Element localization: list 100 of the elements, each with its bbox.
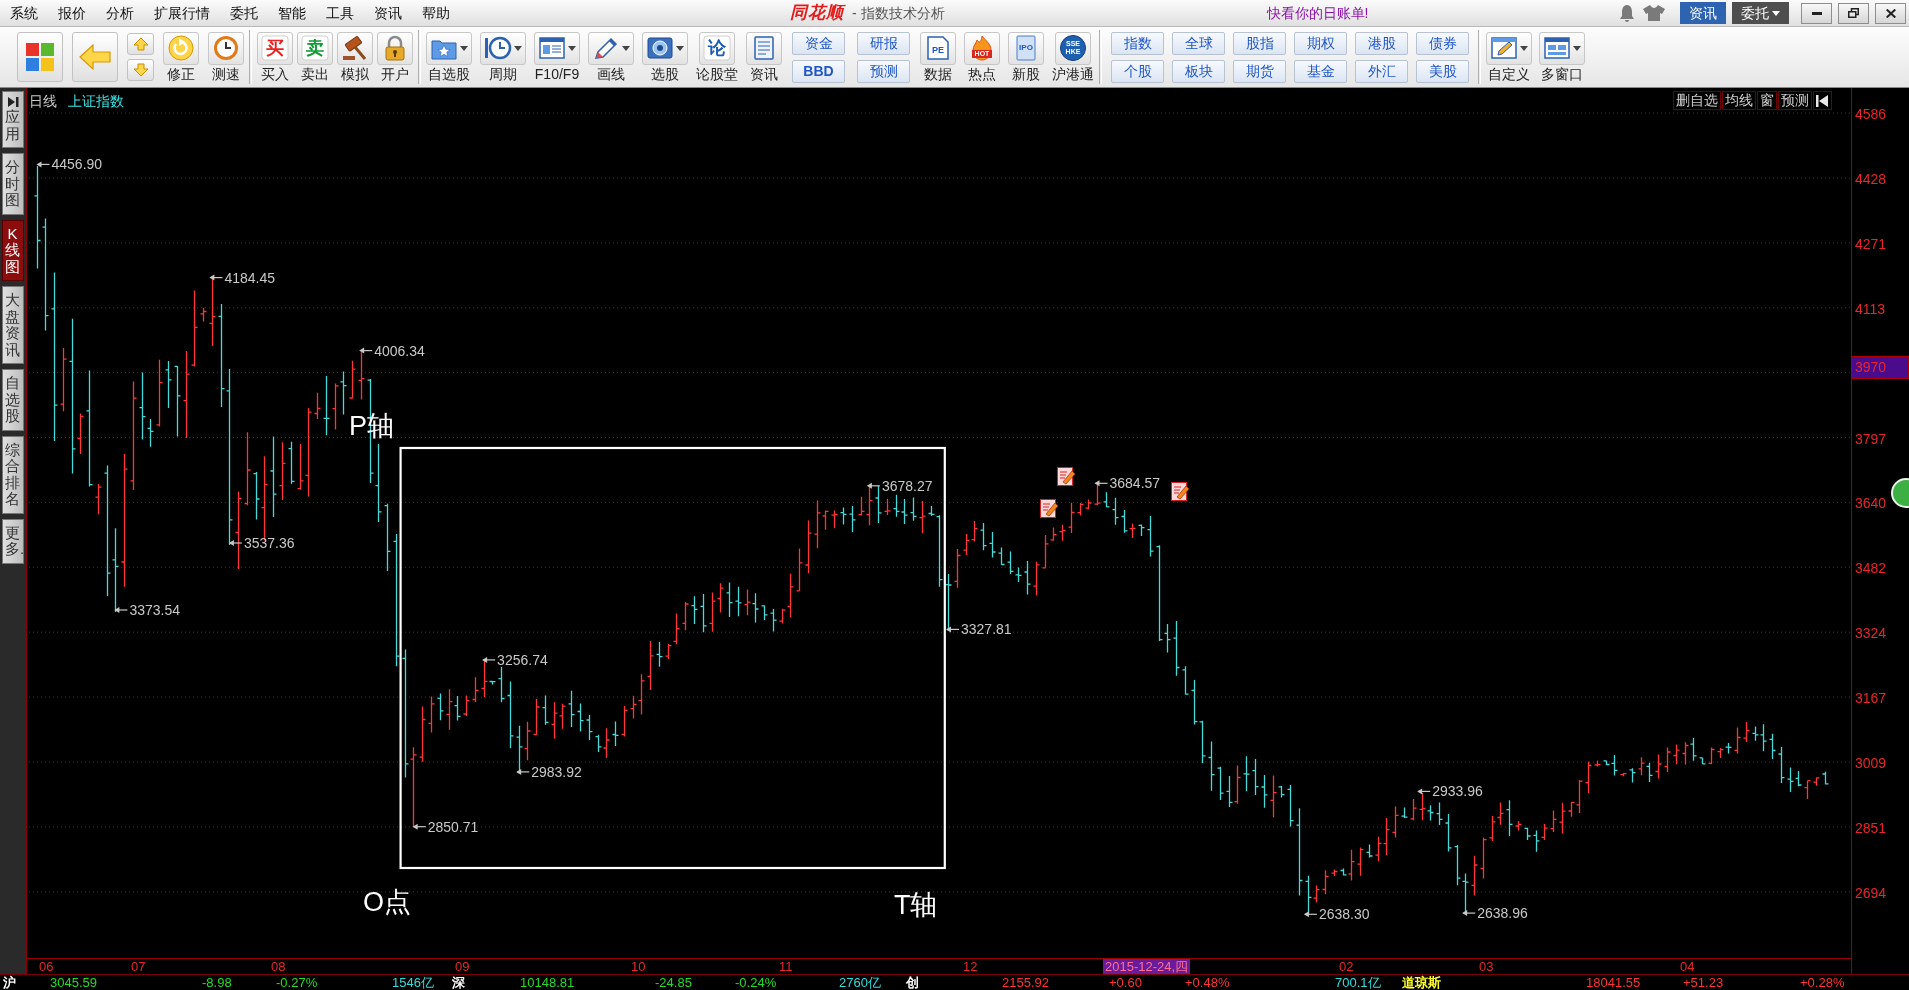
menu-button[interactable]: 资讯 (1680, 2, 1726, 24)
side-tab[interactable]: 自选股 (1, 369, 24, 431)
memo-pencil-icon[interactable] (1057, 467, 1076, 486)
month-label: 03 (1479, 959, 1494, 974)
price-label: 2850.71 (427, 817, 479, 836)
menu-item[interactable]: 分析 (96, 0, 144, 26)
market-button[interactable]: 债券 (1416, 31, 1469, 55)
up-arrow-icon (132, 37, 149, 51)
month-label: 04 (1680, 959, 1695, 974)
character-tile-icon: 买 (261, 35, 289, 61)
price-tick-label: 3640 (1855, 494, 1887, 514)
toolbar-text-button[interactable]: 预测 (857, 59, 910, 83)
side-tab[interactable]: 大盘资讯 (1, 286, 24, 364)
market-button[interactable]: 基金 (1294, 59, 1347, 83)
skip-forward-icon (6, 97, 19, 107)
document-icon: PE (924, 35, 952, 61)
skip-back-button[interactable] (1813, 91, 1832, 110)
character-tile-icon: 论 (703, 35, 731, 61)
menu-item[interactable]: 工具 (316, 0, 364, 26)
price-label: 3684.57 (1109, 474, 1161, 493)
menu-item[interactable]: 帮助 (412, 0, 460, 26)
toolbar-text-button[interactable]: 研报 (857, 31, 910, 55)
minimize-icon (1811, 11, 1822, 15)
market-button[interactable]: 全球 (1172, 31, 1225, 55)
menu-item[interactable]: 系统 (0, 0, 48, 26)
leader-arrow (1094, 480, 1109, 487)
month-label: 10 (631, 959, 646, 974)
quote-value: +0.48% (1185, 975, 1231, 990)
quote-value: +0.28% (1800, 975, 1846, 990)
character-tile-icon: 卖 (301, 35, 329, 61)
quote-value: -0.24% (735, 975, 778, 990)
memo-pencil-icon[interactable] (1040, 499, 1059, 518)
month-label: 11 (779, 959, 793, 974)
price-tick-label: 4428 (1855, 169, 1887, 189)
quote-value: -24.85 (655, 975, 693, 990)
restore-icon (1848, 8, 1859, 18)
quote-value: 2760亿 (839, 975, 882, 990)
price-label: 4456.90 (51, 155, 103, 174)
quote-value: 18041.55 (1586, 975, 1642, 990)
month-label: 07 (131, 959, 146, 974)
clock-icon (212, 35, 240, 61)
menu-item[interactable]: 报价 (48, 0, 96, 26)
market-button[interactable]: 股指 (1233, 31, 1286, 55)
down-button[interactable] (127, 59, 154, 81)
annotation-text: T轴 (894, 892, 938, 918)
month-label: 06 (39, 959, 54, 974)
market-button[interactable]: 指数 (1111, 31, 1164, 55)
side-tab[interactable]: K线图 (1, 219, 24, 281)
menu-button[interactable]: 委托 (1732, 2, 1789, 24)
menu-item[interactable]: 扩展行情 (144, 0, 220, 26)
leader-arrow (228, 540, 243, 546)
close-icon (1885, 8, 1896, 18)
edit-window-icon (1490, 35, 1518, 61)
layout-button[interactable] (17, 32, 63, 82)
quote-value: 1546亿 (392, 975, 435, 990)
chart-tool-button[interactable]: 预测 (1778, 91, 1812, 110)
toolbar-text-button[interactable]: BBD (792, 59, 845, 83)
leader-arrow (114, 607, 128, 613)
restore-button[interactable] (1838, 2, 1869, 24)
quote-value: 10148.81 (520, 975, 576, 990)
toolbar-text-button[interactable]: 资金 (792, 31, 845, 55)
market-name: 沪 (3, 975, 17, 990)
shirt-icon (1642, 4, 1666, 22)
leader-arrow (482, 656, 496, 663)
menu-item[interactable]: 智能 (268, 0, 316, 26)
price-tick-label: 2694 (1855, 883, 1887, 903)
skip-back-icon (1816, 95, 1829, 108)
market-button[interactable]: 期权 (1294, 31, 1347, 55)
quote-value: 700.1亿 (1335, 975, 1382, 990)
minimize-button[interactable] (1801, 2, 1832, 24)
price-label: 3537.36 (243, 534, 295, 552)
quote-value: +51.23 (1683, 975, 1725, 990)
leader-arrow (1417, 788, 1431, 795)
menu-item[interactable]: 资讯 (364, 0, 412, 26)
chart-tool-button[interactable]: 窗 (1757, 91, 1777, 110)
price-label: 2638.96 (1477, 904, 1528, 923)
promo-link[interactable]: 快看你的日账单! (1266, 2, 1369, 24)
market-button[interactable]: 港股 (1355, 31, 1408, 55)
close-button[interactable] (1875, 2, 1906, 24)
chart-tool-button[interactable]: 均线 (1722, 91, 1756, 110)
clock-icon (484, 35, 512, 61)
side-tab[interactable]: 综合排名 (1, 435, 24, 514)
side-tab[interactable]: 分时图 (1, 153, 24, 215)
memo-pencil-icon[interactable] (1171, 482, 1190, 501)
windows-icon (1543, 35, 1571, 61)
market-button[interactable]: 外汇 (1355, 59, 1408, 83)
leader-arrow (516, 768, 530, 775)
price-tick-label: 3167 (1855, 689, 1887, 709)
chart-tool-button[interactable]: 删自选 (1673, 91, 1721, 110)
side-tab[interactable]: 应用 (1, 91, 24, 148)
up-button[interactable] (127, 33, 154, 55)
market-button[interactable]: 美股 (1416, 59, 1469, 83)
market-button[interactable]: 期货 (1233, 59, 1286, 83)
side-tab[interactable]: 更多. (1, 518, 24, 564)
quote-value: 3045.59 (50, 975, 98, 990)
market-button[interactable]: 板块 (1172, 59, 1225, 83)
menu-item[interactable]: 委托 (220, 0, 268, 26)
leader-arrow (412, 823, 427, 830)
month-label: 08 (271, 959, 286, 974)
market-button[interactable]: 个股 (1111, 59, 1164, 83)
